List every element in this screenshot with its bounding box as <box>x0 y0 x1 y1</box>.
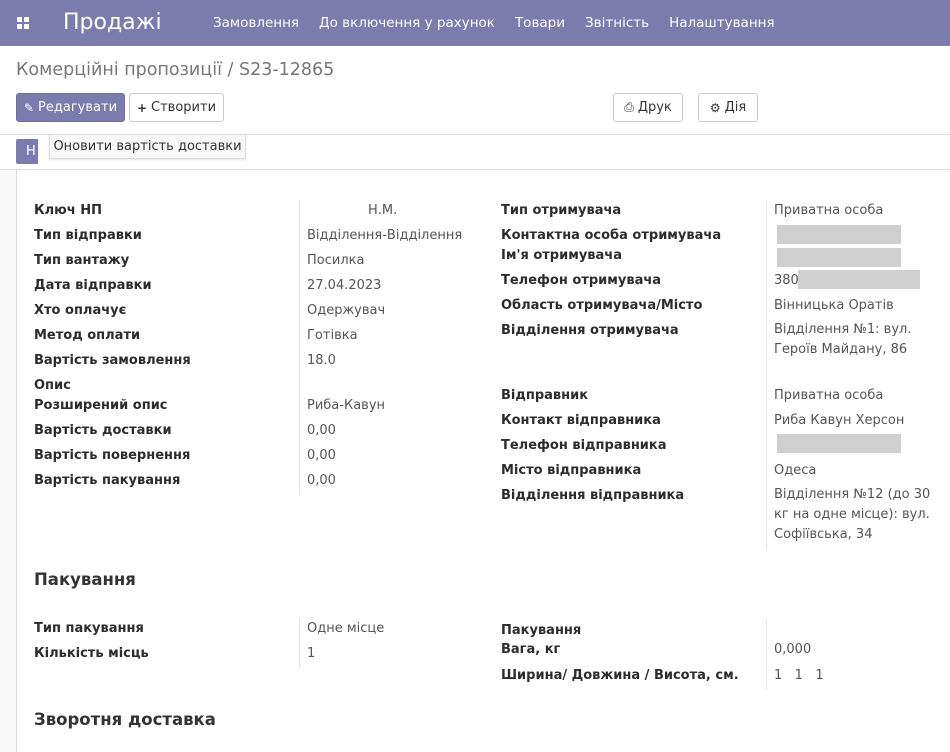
redacted-sender-phone <box>777 434 901 453</box>
value-shipment-type: Відділення-Відділення <box>307 228 463 243</box>
packing-left-divider <box>299 618 300 668</box>
value-packing-cost: 0,00 <box>307 473 336 488</box>
value-weight: 0,000 <box>774 642 812 657</box>
label-ship-date: Дата відправки <box>34 278 152 293</box>
label-recipient-contact: Контактна особа отримувача <box>501 228 722 243</box>
value-ship-date: 27.04.2023 <box>307 278 382 293</box>
right-column-divider <box>766 200 767 550</box>
value-packing-type: Одне місце <box>307 621 385 636</box>
value-sender-branch: Відділення №12 (до 30 кг на одне місце):… <box>774 487 931 542</box>
value-payer: Одержувач <box>307 303 386 318</box>
value-sender-city: Одеса <box>774 463 817 478</box>
label-payer: Хто оплачує <box>34 303 127 318</box>
control-panel: Комерційні пропозиції / S23-12865 ✎ Реда… <box>0 46 950 135</box>
form-sheet: Ключ НП Тип відправки Тип вантажу Дата в… <box>16 170 950 752</box>
label-packing: Пакування <box>501 623 582 638</box>
label-delivery-cost: Вартість доставки <box>34 423 172 438</box>
printer-icon: ⎙ <box>624 100 634 114</box>
value-extended-description: Риба-Кавун <box>307 398 386 413</box>
redacted-recipient-contact <box>777 225 901 244</box>
create-button-label: Створити <box>151 100 217 115</box>
menu-products[interactable]: Товари <box>515 14 565 32</box>
redacted-recipient-phone <box>798 270 920 289</box>
label-sender-city: Місто відправника <box>501 463 642 478</box>
label-shipment-type: Тип відправки <box>34 228 142 243</box>
value-return-cost: 0,00 <box>307 448 336 463</box>
value-recipient-branch: Відділення №1: вул. Героїв Майдану, 86 <box>774 322 912 357</box>
label-places-count: Кількість місць <box>34 646 149 661</box>
return-section-title: Зворотня доставка <box>34 710 216 729</box>
label-sender: Відправник <box>501 388 589 403</box>
apps-grid-icon[interactable] <box>17 17 29 29</box>
value-recipient-region: Вінницька Оратів <box>774 298 894 313</box>
edit-button[interactable]: ✎ Редагувати <box>16 93 125 122</box>
create-button[interactable]: + Створити <box>129 93 224 122</box>
label-recipient-type: Тип отримувача <box>501 203 622 218</box>
value-sender: Приватна особа <box>774 388 884 403</box>
menu-settings[interactable]: Налаштування <box>669 14 775 32</box>
value-cargo-type: Посилка <box>307 253 365 268</box>
print-button-label: Друк <box>637 100 672 115</box>
breadcrumb[interactable]: Комерційні пропозиції / S23-12865 <box>16 60 334 80</box>
edit-button-label: Редагувати <box>38 100 118 115</box>
label-extended-description: Розширений опис <box>34 398 168 413</box>
app-brand[interactable]: Продажі <box>63 8 162 38</box>
label-description: Опис <box>34 378 71 393</box>
left-column-divider <box>299 200 300 495</box>
label-sender-branch: Відділення відправника <box>501 488 685 503</box>
value-dimensions: 1 1 1 <box>774 668 824 683</box>
tooltip: Оновити вартість доставки <box>49 134 246 159</box>
menu-reporting[interactable]: Звітність <box>585 14 649 32</box>
pencil-icon: ✎ <box>23 100 35 115</box>
value-sender-contact: Риба Кавун Херсон <box>774 413 905 428</box>
plus-icon: + <box>136 100 148 115</box>
value-places-count: 1 <box>307 646 316 661</box>
label-sender-phone: Телефон відправника <box>501 438 667 453</box>
label-sender-contact: Контакт відправника <box>501 413 661 428</box>
label-payment-method: Метод оплати <box>34 328 141 343</box>
packing-right-divider <box>766 620 767 690</box>
label-recipient-phone: Телефон отримувача <box>501 273 662 288</box>
value-payment-method: Готівка <box>307 328 358 343</box>
value-delivery-cost: 0,00 <box>307 423 336 438</box>
action-button-label: Дія <box>724 100 747 115</box>
label-dimensions: Ширина/ Довжина / Висота, см. <box>501 668 739 683</box>
value-recipient-phone-prefix: 380 <box>774 273 799 288</box>
top-navbar: Продажі Замовлення До включення у рахуно… <box>0 0 950 46</box>
menu-orders[interactable]: Замовлення <box>213 14 299 32</box>
label-packing-type: Тип пакування <box>34 621 144 636</box>
label-cargo-type: Тип вантажу <box>34 253 130 268</box>
label-packing-cost: Вартість пакування <box>34 473 181 488</box>
label-return-cost: Вартість повернення <box>34 448 191 463</box>
label-recipient-branch: Відділення отримувача <box>501 323 679 338</box>
label-np-key: Ключ НП <box>34 203 102 218</box>
value-recipient-type: Приватна особа <box>774 203 884 218</box>
menu-to-invoice[interactable]: До включення у рахунок <box>319 14 495 32</box>
label-recipient-region: Область отримувача/Місто <box>501 298 703 313</box>
label-order-cost: Вартість замовлення <box>34 353 191 368</box>
label-recipient-name: Ім'я отримувача <box>501 248 622 263</box>
gear-icon: ⚙ <box>709 100 721 115</box>
value-np-key: Н.М. <box>368 203 398 218</box>
action-button[interactable]: ⚙ Дія <box>698 93 758 122</box>
print-button[interactable]: ⎙ Друк <box>613 93 683 122</box>
update-delivery-cost-button[interactable]: Н <box>16 139 38 164</box>
label-weight: Вага, кг <box>501 642 561 657</box>
packing-section-title: Пакування <box>34 570 136 589</box>
value-order-cost: 18.0 <box>307 353 336 368</box>
redacted-recipient-name <box>777 248 901 267</box>
top-menu: Замовлення До включення у рахунок Товари… <box>213 14 795 32</box>
